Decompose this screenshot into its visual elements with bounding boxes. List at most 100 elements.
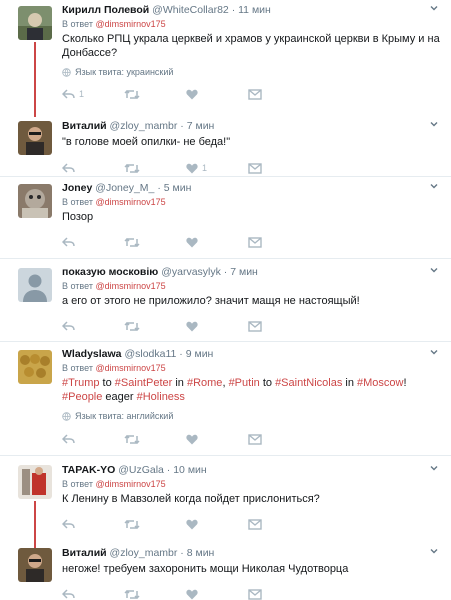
reply-button[interactable] bbox=[62, 518, 124, 530]
timestamp[interactable]: 9 мин bbox=[186, 348, 214, 360]
reply-mention[interactable]: @dimsmirnov175 bbox=[95, 197, 165, 207]
avatar[interactable] bbox=[18, 268, 52, 302]
tweet[interactable]: TAPAK-YO @UzGala · 10 мин В ответ @dimsm… bbox=[0, 460, 451, 549]
fullname[interactable]: TAPAK-YO bbox=[62, 464, 115, 476]
fullname[interactable]: Кирилл Полевой bbox=[62, 4, 149, 16]
handle[interactable]: @Joney_M_ bbox=[95, 182, 154, 194]
reply-button[interactable] bbox=[62, 588, 124, 600]
fullname[interactable]: Joney bbox=[62, 182, 92, 194]
hashtag[interactable]: #SaintNicolas bbox=[275, 377, 342, 389]
retweet-button[interactable] bbox=[124, 434, 186, 445]
retweet-button[interactable] bbox=[124, 519, 186, 530]
avatar[interactable] bbox=[18, 465, 52, 499]
caret-down-icon[interactable] bbox=[429, 3, 439, 13]
hashtag[interactable]: #Holiness bbox=[137, 391, 185, 403]
divider bbox=[0, 341, 451, 342]
like-button[interactable] bbox=[186, 321, 248, 332]
reply-button[interactable]: 1 bbox=[62, 88, 124, 100]
hashtag[interactable]: #SaintPeter bbox=[115, 377, 172, 389]
reply-prefix: В ответ bbox=[62, 281, 93, 291]
hashtag[interactable]: #Trump bbox=[62, 377, 100, 389]
like-button[interactable] bbox=[186, 589, 248, 600]
tweet-actions bbox=[62, 432, 443, 446]
timestamp[interactable]: 10 мин bbox=[173, 464, 206, 476]
reply-mention[interactable]: @dimsmirnov175 bbox=[95, 19, 165, 29]
fullname[interactable]: Wladyslawa bbox=[62, 348, 122, 360]
dm-button[interactable] bbox=[248, 162, 262, 174]
reply-icon bbox=[62, 518, 75, 530]
avatar[interactable] bbox=[18, 121, 52, 155]
handle[interactable]: @zloy_mambr bbox=[110, 120, 178, 132]
divider bbox=[0, 176, 451, 177]
handle[interactable]: @WhiteCollar82 bbox=[152, 4, 229, 16]
fullname[interactable]: Виталий bbox=[62, 547, 107, 559]
caret-down-icon[interactable] bbox=[429, 463, 439, 473]
reply-button[interactable] bbox=[62, 236, 124, 248]
dm-button[interactable] bbox=[248, 433, 262, 445]
hashtag[interactable]: #People bbox=[62, 391, 102, 403]
tweet[interactable]: Виталий @zloy_mambr · 8 мин негоже! треб… bbox=[0, 543, 451, 600]
reply-icon bbox=[62, 320, 75, 332]
text-segment: eager bbox=[102, 391, 137, 403]
retweet-button[interactable] bbox=[124, 163, 186, 174]
fullname[interactable]: Виталий bbox=[62, 120, 107, 132]
handle[interactable]: @slodka11 bbox=[124, 348, 176, 360]
retweet-button[interactable] bbox=[124, 589, 186, 600]
separator-dot: · bbox=[179, 348, 183, 360]
dm-button[interactable] bbox=[248, 236, 262, 248]
reply-button[interactable] bbox=[62, 162, 124, 174]
avatar[interactable] bbox=[18, 548, 52, 582]
avatar[interactable] bbox=[18, 6, 52, 40]
tweet[interactable]: Wladyslawa @slodka11 · 9 мин В ответ @di… bbox=[0, 344, 451, 452]
caret-down-icon[interactable] bbox=[429, 119, 439, 129]
dm-button[interactable] bbox=[248, 320, 262, 332]
caret-down-icon[interactable] bbox=[429, 546, 439, 556]
timestamp[interactable]: 7 мин bbox=[230, 266, 258, 278]
like-button[interactable]: 1 bbox=[186, 163, 248, 174]
timestamp[interactable]: 5 мин bbox=[164, 182, 192, 194]
handle[interactable]: @yarvasylyk bbox=[161, 266, 221, 278]
dm-button[interactable] bbox=[248, 88, 262, 100]
separator-dot: · bbox=[231, 4, 236, 16]
timestamp[interactable]: 7 мин bbox=[187, 120, 215, 132]
like-button[interactable] bbox=[186, 434, 248, 445]
tweet-actions bbox=[62, 319, 443, 333]
translate-link[interactable]: Язык твита: украинский bbox=[62, 66, 443, 78]
like-button[interactable] bbox=[186, 89, 248, 100]
tweet[interactable]: Виталий @zloy_mambr · 7 мин "в голове мо… bbox=[0, 116, 451, 174]
retweet-button[interactable] bbox=[124, 237, 186, 248]
caret-down-icon[interactable] bbox=[429, 265, 439, 275]
avatar[interactable] bbox=[18, 350, 52, 384]
separator-dot: · bbox=[223, 266, 228, 278]
translate-link[interactable]: Язык твита: английский bbox=[62, 410, 443, 422]
like-button[interactable] bbox=[186, 237, 248, 248]
dm-button[interactable] bbox=[248, 588, 262, 600]
handle[interactable]: @UzGala bbox=[118, 464, 164, 476]
reply-mention[interactable]: @dimsmirnov175 bbox=[95, 281, 165, 291]
retweet-button[interactable] bbox=[124, 321, 186, 332]
hashtag[interactable]: #Putin bbox=[229, 377, 260, 389]
tweet[interactable]: показую московію @yarvasylyk · 7 мин В о… bbox=[0, 262, 451, 342]
separator-dot: · bbox=[157, 182, 161, 194]
reply-button[interactable] bbox=[62, 433, 124, 445]
caret-down-icon[interactable] bbox=[429, 347, 439, 357]
timestamp[interactable]: 8 мин bbox=[187, 547, 215, 559]
hashtag[interactable]: #Moscow bbox=[357, 377, 403, 389]
hashtag[interactable]: #Rome bbox=[187, 377, 222, 389]
timestamp[interactable]: 11 мин bbox=[238, 4, 271, 16]
reply-mention[interactable]: @dimsmirnov175 bbox=[95, 363, 165, 373]
avatar[interactable] bbox=[18, 184, 52, 218]
retweet-button[interactable] bbox=[124, 89, 186, 100]
reply-icon bbox=[62, 88, 75, 100]
caret-down-icon[interactable] bbox=[429, 181, 439, 191]
reply-mention[interactable]: @dimsmirnov175 bbox=[95, 479, 165, 489]
tweet[interactable]: Joney @Joney_M_ · 5 мин В ответ @dimsmir… bbox=[0, 178, 451, 258]
like-button[interactable] bbox=[186, 519, 248, 530]
handle[interactable]: @zloy_mambr bbox=[110, 547, 178, 559]
reply-button[interactable] bbox=[62, 320, 124, 332]
tweet-text: "в голове моей опилки- не беда!" bbox=[62, 136, 231, 148]
tweet[interactable]: Кирилл Полевой @WhiteCollar82 · 11 мин В… bbox=[0, 0, 451, 117]
fullname[interactable]: показую московію bbox=[62, 266, 158, 278]
retweet-icon bbox=[124, 321, 140, 332]
dm-button[interactable] bbox=[248, 518, 262, 530]
